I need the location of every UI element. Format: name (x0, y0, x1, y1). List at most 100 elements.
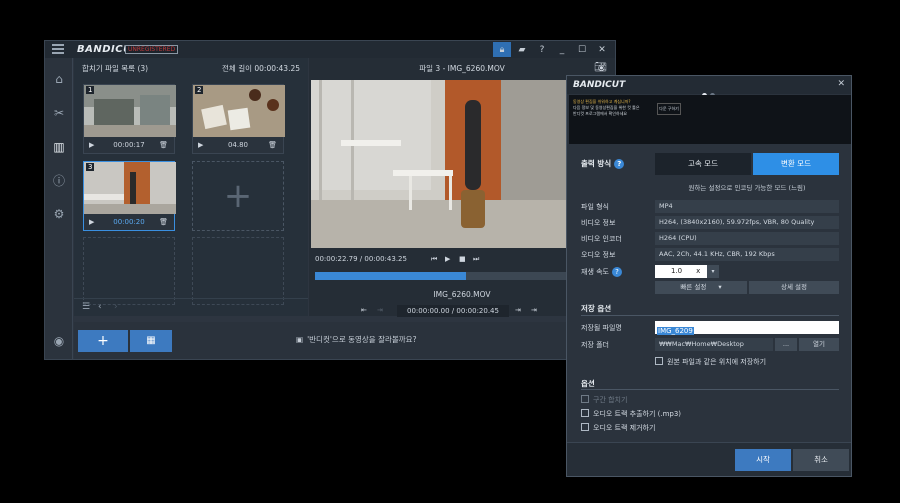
save-name-label: 저장될 파일명 (581, 324, 622, 332)
trash-icon[interactable]: 🗑︎ (268, 141, 277, 149)
prev-page-icon[interactable]: ‹ (98, 302, 102, 312)
empty-slot (83, 237, 175, 305)
trash-icon[interactable]: 🗑︎ (159, 141, 168, 149)
timeline-fill (315, 272, 466, 280)
clip-item[interactable]: 1 ▶ 00:00:17 🗑︎ (83, 84, 176, 154)
mode-description: 원하는 설정으로 인코딩 가능한 모드 (느림) (688, 184, 806, 192)
cut-icon[interactable]: ✂ (52, 106, 66, 120)
jump-start-icon[interactable]: ⇤ (361, 306, 367, 314)
save-name-input[interactable]: IMG_6209 (655, 321, 839, 335)
folder-icon[interactable]: ▰ (513, 42, 531, 57)
open-folder-button[interactable]: 열기 (799, 338, 839, 351)
join-icon[interactable]: ▥ (52, 140, 66, 154)
screen: BANDICUT UNREGISTERED 🔒︎ ▰ ? _ ☐ ✕ ⌂ ✂ ▥… (0, 0, 900, 503)
fast-mode-button[interactable]: 고속 모드 (655, 153, 751, 175)
clip-number: 3 (86, 163, 95, 171)
video-encoder-field: H264 (CPU) (655, 232, 839, 245)
chevron-down-icon[interactable]: ▾ (707, 265, 719, 278)
save-folder-field[interactable]: ₩₩Mac₩Home₩Desktop (655, 338, 773, 351)
jump-end-icon[interactable]: ⇥ (531, 306, 537, 314)
row-label: 오디오 정보 (581, 251, 616, 259)
start-button[interactable]: 시작 (735, 449, 791, 471)
stop-icon[interactable]: ■ (459, 255, 466, 263)
mark-in-icon[interactable]: ⇥ (377, 306, 383, 314)
join-mode-button[interactable]: ▦ (130, 330, 172, 352)
title-bar: BANDICUT UNREGISTERED 🔒︎ ▰ ? _ ☐ ✕ (45, 41, 615, 58)
speed-input[interactable]: 1.0 x (655, 265, 707, 278)
video-info-field: H264, (3840x2160), 59.972fps, VBR, 80 Qu… (655, 216, 839, 229)
next-page-icon[interactable]: › (114, 302, 118, 312)
hint-text: '반디컷'으로 동영상을 잘라볼까요? (307, 335, 417, 344)
prev-frame-icon[interactable]: ⏮ (431, 255, 437, 264)
segment-join-checkbox[interactable]: 구간 합치기 (581, 395, 627, 405)
divider (581, 389, 839, 390)
clip-thumbnail (84, 85, 176, 137)
close-icon[interactable]: ✕ (593, 42, 611, 57)
info-icon[interactable]: ⓘ (52, 174, 66, 188)
info-icon[interactable]: ? (614, 159, 625, 169)
dialog-logo: BANDICUT (573, 80, 626, 90)
output-settings-dialog: BANDICUT ✕ 동영상 편집을 쉬워하고 계십니까? 다음 정보 및 동영… (566, 75, 852, 477)
hamburger-icon[interactable] (52, 44, 64, 55)
gear-icon[interactable]: ⚙ (52, 207, 66, 221)
save-folder-label: 저장 폴더 (581, 341, 609, 349)
unregistered-badge[interactable]: UNREGISTERED (125, 45, 179, 54)
speed-label: 재생 속도? (581, 267, 622, 277)
plus-icon: + (223, 176, 253, 216)
video-frame (311, 80, 567, 248)
minimize-icon[interactable]: _ (553, 42, 571, 57)
detail-setting-button[interactable]: 상세 설정 (749, 281, 839, 294)
encode-mode-button[interactable]: 변환 모드 (753, 153, 839, 175)
maximize-icon[interactable]: ☐ (573, 42, 591, 57)
browse-button[interactable]: ... (775, 338, 797, 351)
ad-banner[interactable]: 동영상 편집을 쉬워하고 계십니까? 다음 정보 및 동영상편집을 위한 컷 툴… (569, 95, 851, 144)
list-view-icon[interactable]: ☰ (82, 302, 90, 312)
sidebar: ⌂ ✂ ▥ ⓘ ⚙ ◉ (45, 58, 73, 359)
camera-icon[interactable]: 📷︎ (594, 62, 607, 73)
extract-audio-checkbox[interactable]: 오디오 트랙 추출하기 (.mp3) (581, 409, 681, 419)
record-icon[interactable]: ◉ (52, 334, 66, 348)
bandicut-main-window: BANDICUT UNREGISTERED 🔒︎ ▰ ? _ ☐ ✕ ⌂ ✂ ▥… (44, 40, 616, 360)
home-icon[interactable]: ⌂ (52, 72, 66, 86)
range-time: 00:00:00.00 / 00:00:20.45 (397, 305, 509, 317)
lock-icon[interactable]: 🔒︎ (493, 42, 511, 57)
clip-thumbnail (84, 162, 176, 214)
options-title: 옵션 (581, 379, 595, 388)
audio-info-field: AAC, 2Ch, 44.1 KHz, CBR, 192 Kbps (655, 248, 839, 261)
quick-setting-button[interactable]: 빠른 설정 ▾ (655, 281, 747, 294)
file-format-field: MP4 (655, 200, 839, 213)
row-label: 비디오 정보 (581, 219, 616, 227)
clip-item-selected[interactable]: 3 ▶ 00:00:20 🗑︎ (83, 161, 176, 231)
divider (581, 315, 839, 316)
chevron-down-icon: ▾ (718, 283, 722, 291)
row-label: 파일 형식 (581, 203, 609, 211)
row-label: 비디오 인코더 (581, 235, 622, 243)
total-length: 전체 길이 00:00:43.25 (222, 64, 300, 73)
remove-audio-checkbox[interactable]: 오디오 트랙 제거하기 (581, 423, 655, 433)
output-method-label: 출력 방식? (581, 158, 625, 169)
info-icon[interactable]: ? (612, 267, 622, 277)
player-time: 00:00:22.79 / 00:00:43.25 (315, 255, 407, 263)
dialog-close-icon[interactable]: ✕ (837, 79, 845, 89)
save-options-title: 저장 옵션 (581, 304, 612, 313)
add-file-button[interactable]: + (78, 330, 128, 352)
banner-button[interactable]: 다운 구하기 (657, 103, 681, 115)
add-clip-slot[interactable]: + (192, 161, 284, 231)
clip-thumbnail (193, 85, 285, 137)
clip-number: 2 (195, 86, 204, 94)
help-icon[interactable]: ? (533, 42, 551, 57)
cancel-button[interactable]: 취소 (793, 449, 849, 471)
clip-number: 1 (86, 86, 95, 94)
dialog-title-bar: BANDICUT ✕ (567, 76, 851, 98)
play-icon[interactable]: ▶ (445, 255, 450, 263)
bottom-bar: + ▦ ▣ '반디컷'으로 동영상을 잘라볼까요? (74, 322, 615, 359)
mark-out-icon[interactable]: ⇥ (515, 306, 521, 314)
next-frame-icon[interactable]: ⏭ (473, 255, 479, 264)
merge-icon: ▦ (146, 335, 156, 346)
same-location-checkbox[interactable]: 원본 파일과 같은 위치에 저장하기 (655, 357, 766, 367)
chat-icon: ▣ (296, 335, 304, 344)
clip-item[interactable]: 2 ▶ 04.80 🗑︎ (192, 84, 285, 154)
trash-icon[interactable]: 🗑︎ (159, 218, 168, 226)
join-file-list: 합치기 파일 목록 (3) 전체 길이 00:00:43.25 1 ▶ 00:0… (74, 58, 308, 316)
banner-line3: 반디컷 프로그램에서 확인하세요 (573, 111, 628, 116)
